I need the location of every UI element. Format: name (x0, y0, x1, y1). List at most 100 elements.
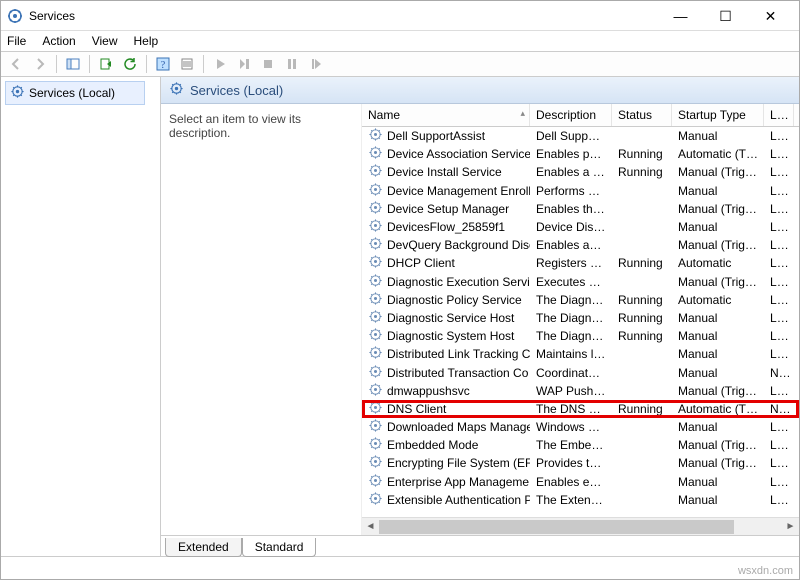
pane-header: Services (Local) (161, 77, 799, 104)
service-startup: Manual (672, 311, 764, 325)
service-name: Device Install Service (387, 165, 502, 179)
start-service-button[interactable] (209, 53, 231, 75)
close-button[interactable]: ✕ (748, 2, 793, 30)
minimize-button[interactable]: — (658, 2, 703, 30)
menu-view[interactable]: View (92, 34, 118, 48)
service-row[interactable]: Enterprise App Manageme…Enables ent…Manu… (362, 473, 799, 491)
service-row[interactable]: Dell SupportAssistDell Suppor…ManualLoc (362, 127, 799, 145)
service-status: Running (612, 311, 672, 325)
restart-service-button[interactable] (305, 53, 327, 75)
service-name: Enterprise App Manageme… (387, 475, 530, 489)
service-desc: Enables the … (530, 202, 612, 216)
menu-help[interactable]: Help (134, 34, 159, 48)
pause-service-button[interactable] (281, 53, 303, 75)
description-pane: Select an item to view its description. (161, 104, 361, 535)
service-startup: Manual (Trig… (672, 275, 764, 289)
status-bar (1, 556, 799, 579)
service-name: dmwappushsvc (387, 384, 470, 398)
service-row[interactable]: Distributed Transaction Co…Coordinates…M… (362, 363, 799, 381)
svg-text:?: ? (161, 60, 166, 71)
service-row[interactable]: DevQuery Background Disc…Enables app…Man… (362, 236, 799, 254)
service-status: Running (612, 402, 672, 416)
gear-icon (368, 491, 383, 509)
service-name: Diagnostic System Host (387, 329, 514, 343)
tree-item-services-local[interactable]: Services (Local) (5, 81, 145, 105)
service-row[interactable]: Diagnostic System HostThe Diagno…Running… (362, 327, 799, 345)
forward-button[interactable] (29, 53, 51, 75)
service-logon: Loc (764, 147, 794, 161)
service-row[interactable]: DNS ClientThe DNS Cli…RunningAutomatic (… (362, 400, 799, 418)
service-status: Running (612, 256, 672, 270)
stop-service-button[interactable] (257, 53, 279, 75)
service-row[interactable]: Extensible Authentication P…The Extensi…… (362, 491, 799, 509)
horizontal-scrollbar[interactable]: ◄ ► (362, 517, 799, 535)
service-name: Distributed Link Tracking Cl… (387, 347, 530, 361)
service-startup: Manual (Trig… (672, 438, 764, 452)
tab-extended[interactable]: Extended (165, 538, 242, 557)
service-name: Diagnostic Execution Service (387, 275, 530, 289)
service-row[interactable]: Device Association ServiceEnables pair…R… (362, 145, 799, 163)
gear-icon (368, 418, 383, 436)
export-list-button[interactable] (95, 53, 117, 75)
service-startup: Manual (672, 420, 764, 434)
service-desc: The Diagno… (530, 293, 612, 307)
service-row[interactable]: Encrypting File System (EFS)Provides th…… (362, 454, 799, 472)
service-row[interactable]: DevicesFlow_25859f1Device Disc…ManualLoc (362, 218, 799, 236)
col-status[interactable]: Status (612, 104, 672, 126)
back-button[interactable] (5, 53, 27, 75)
service-startup: Manual (672, 184, 764, 198)
gear-icon (368, 382, 383, 400)
col-description[interactable]: Description (530, 104, 612, 126)
service-name: Encrypting File System (EFS) (387, 456, 530, 470)
view-tabs: Extended Standard (161, 535, 799, 556)
service-rows[interactable]: Dell SupportAssistDell Suppor…ManualLocD… (362, 127, 799, 517)
service-startup: Manual (672, 493, 764, 507)
scroll-left-icon[interactable]: ◄ (362, 518, 379, 535)
column-headers: Name Description Status Startup Type Log (362, 104, 799, 127)
gear-icon (368, 200, 383, 218)
service-row[interactable]: Embedded ModeThe Embed…Manual (Trig…Loc (362, 436, 799, 454)
service-row[interactable]: Distributed Link Tracking Cl…Maintains l… (362, 345, 799, 363)
pause-r-button[interactable] (233, 53, 255, 75)
service-name: Dell SupportAssist (387, 129, 485, 143)
service-row[interactable]: Diagnostic Policy ServiceThe Diagno…Runn… (362, 291, 799, 309)
toolbar: ? (1, 51, 799, 77)
col-startup[interactable]: Startup Type (672, 104, 764, 126)
scroll-thumb[interactable] (379, 520, 734, 534)
service-desc: The Embed… (530, 438, 612, 452)
service-startup: Manual (672, 129, 764, 143)
service-desc: Coordinates… (530, 366, 612, 380)
service-row[interactable]: Downloaded Maps ManagerWindows se…Manual… (362, 418, 799, 436)
service-logon: Loc (764, 456, 794, 470)
service-row[interactable]: Device Install ServiceEnables a c…Runnin… (362, 163, 799, 181)
col-name[interactable]: Name (362, 104, 530, 126)
service-startup: Automatic (T… (672, 402, 764, 416)
scroll-right-icon[interactable]: ► (782, 518, 799, 535)
menu-file[interactable]: File (7, 34, 26, 48)
tree-item-label: Services (Local) (29, 86, 115, 100)
tab-standard[interactable]: Standard (242, 538, 317, 557)
service-row[interactable]: Diagnostic Service HostThe Diagno…Runnin… (362, 309, 799, 327)
gear-icon (368, 145, 383, 163)
service-name: Diagnostic Service Host (387, 311, 514, 325)
service-row[interactable]: Device Setup ManagerEnables the …Manual … (362, 200, 799, 218)
help-button[interactable]: ? (152, 53, 174, 75)
gear-icon (169, 81, 184, 99)
titlebar: Services — ☐ ✕ (1, 1, 799, 31)
maximize-button[interactable]: ☐ (703, 2, 748, 30)
service-row[interactable]: dmwappushsvcWAP Push …Manual (Trig…Loc (362, 382, 799, 400)
service-logon: Loc (764, 329, 794, 343)
service-row[interactable]: DHCP ClientRegisters an…RunningAutomatic… (362, 254, 799, 272)
menu-action[interactable]: Action (42, 34, 75, 48)
show-hide-tree-button[interactable] (62, 53, 84, 75)
properties-button[interactable] (176, 53, 198, 75)
gear-icon (368, 454, 383, 472)
service-row[interactable]: Device Management Enroll…Performs D…Manu… (362, 182, 799, 200)
col-logon[interactable]: Log (764, 104, 794, 126)
service-desc: Maintains li… (530, 347, 612, 361)
service-name: Downloaded Maps Manager (387, 420, 530, 434)
service-desc: Executes dia… (530, 275, 612, 289)
refresh-button[interactable] (119, 53, 141, 75)
watermark: wsxdn.com (738, 565, 793, 577)
service-row[interactable]: Diagnostic Execution ServiceExecutes dia… (362, 273, 799, 291)
